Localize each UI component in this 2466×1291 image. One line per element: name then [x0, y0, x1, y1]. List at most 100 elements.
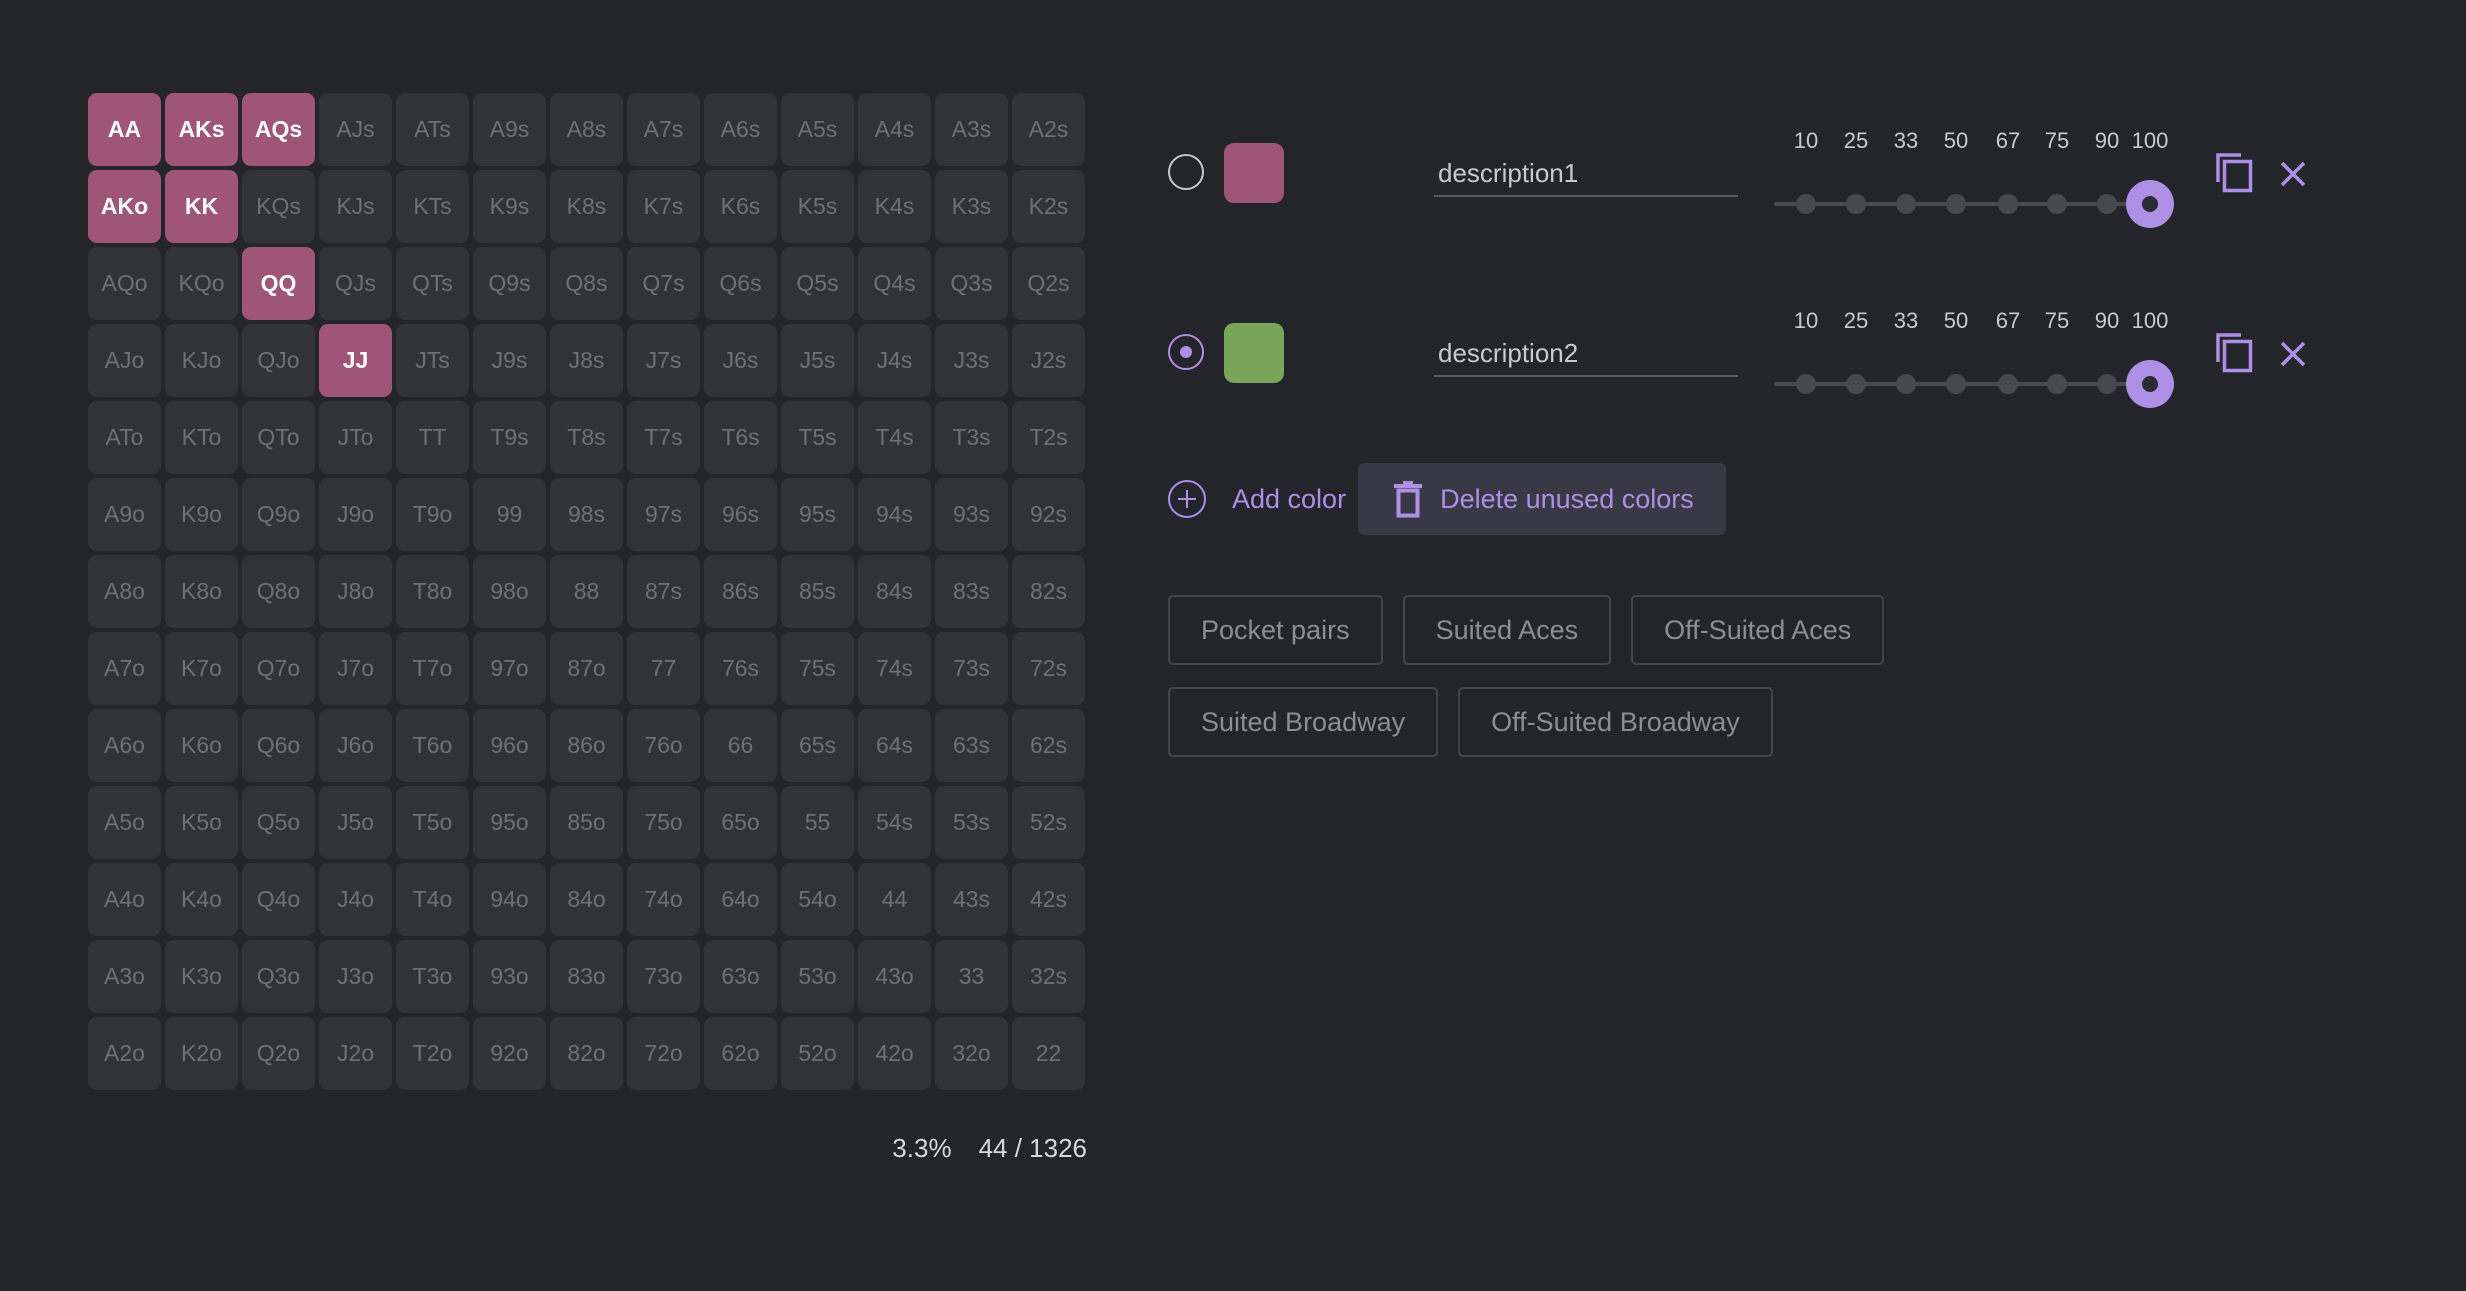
hand-cell[interactable]: A6s — [704, 93, 777, 166]
delete-unused-colors-button[interactable]: Delete unused colors — [1358, 463, 1726, 535]
hand-cell[interactable]: 63s — [935, 709, 1008, 782]
hand-cell[interactable]: T7s — [627, 401, 700, 474]
color-description-input[interactable] — [1434, 331, 1738, 377]
hand-cell[interactable]: T5s — [781, 401, 854, 474]
hand-cell[interactable]: 93s — [935, 478, 1008, 551]
hand-cell[interactable]: A6o — [88, 709, 161, 782]
hand-cell[interactable]: 62s — [1012, 709, 1085, 782]
hand-cell[interactable]: 95s — [781, 478, 854, 551]
hand-cell[interactable]: 97s — [627, 478, 700, 551]
color-swatch[interactable] — [1224, 323, 1284, 383]
hand-cell[interactable]: Q7o — [242, 632, 315, 705]
hand-cell[interactable]: 75s — [781, 632, 854, 705]
slider-tick-mark[interactable] — [2047, 194, 2067, 214]
hand-cell[interactable]: Q2s — [1012, 247, 1085, 320]
hand-cell[interactable]: 84o — [550, 863, 623, 936]
hand-cell[interactable]: A5o — [88, 786, 161, 859]
hand-cell[interactable]: K9s — [473, 170, 546, 243]
hand-cell[interactable]: QTo — [242, 401, 315, 474]
hand-cell[interactable]: J8o — [319, 555, 392, 628]
hand-cell[interactable]: QTs — [396, 247, 469, 320]
hand-cell[interactable]: T9o — [396, 478, 469, 551]
hand-cell[interactable]: 87o — [550, 632, 623, 705]
hand-cell[interactable]: Q2o — [242, 1017, 315, 1090]
preset-off-suited-aces[interactable]: Off-Suited Aces — [1631, 595, 1885, 665]
hand-cell[interactable]: T3s — [935, 401, 1008, 474]
frequency-slider[interactable]: 10 25 33 50 67 75 90 100 — [1774, 308, 2174, 408]
hand-cell[interactable]: J9s — [473, 324, 546, 397]
hand-cell[interactable]: 64s — [858, 709, 931, 782]
hand-cell[interactable]: TT — [396, 401, 469, 474]
copy-icon[interactable] — [2215, 332, 2255, 379]
hand-cell[interactable]: 99 — [473, 478, 546, 551]
hand-cell[interactable]: K7s — [627, 170, 700, 243]
slider-tick-mark[interactable] — [2097, 374, 2117, 394]
hand-cell[interactable]: K9o — [165, 478, 238, 551]
preset-suited-broadway[interactable]: Suited Broadway — [1168, 687, 1439, 757]
hand-cell[interactable]: T8o — [396, 555, 469, 628]
hand-cell[interactable]: A7s — [627, 93, 700, 166]
hand-cell[interactable]: J3s — [935, 324, 1008, 397]
hand-cell[interactable]: T8s — [550, 401, 623, 474]
slider-tick-mark[interactable] — [2097, 194, 2117, 214]
hand-cell[interactable]: Q4o — [242, 863, 315, 936]
hand-cell[interactable]: T6s — [704, 401, 777, 474]
hand-cell[interactable]: 98s — [550, 478, 623, 551]
hand-cell[interactable]: 74o — [627, 863, 700, 936]
hand-cell[interactable]: K4s — [858, 170, 931, 243]
hand-cell[interactable]: A3o — [88, 940, 161, 1013]
preset-suited-aces[interactable]: Suited Aces — [1402, 595, 1612, 665]
hand-cell[interactable]: 75o — [627, 786, 700, 859]
hand-cell[interactable]: Q3s — [935, 247, 1008, 320]
hand-cell[interactable]: 62o — [704, 1017, 777, 1090]
hand-cell[interactable]: 44 — [858, 863, 931, 936]
hand-cell[interactable]: 93o — [473, 940, 546, 1013]
hand-cell[interactable]: ATo — [88, 401, 161, 474]
hand-cell[interactable]: QJs — [319, 247, 392, 320]
hand-cell[interactable]: 73o — [627, 940, 700, 1013]
hand-cell[interactable]: A8o — [88, 555, 161, 628]
hand-cell[interactable]: 52s — [1012, 786, 1085, 859]
hand-cell[interactable]: ATs — [396, 93, 469, 166]
hand-cell[interactable]: 92o — [473, 1017, 546, 1090]
hand-cell[interactable]: 83o — [550, 940, 623, 1013]
frequency-slider[interactable]: 10 25 33 50 67 75 90 100 — [1774, 128, 2174, 228]
add-color-button[interactable]: Add color — [1168, 480, 1346, 518]
hand-cell[interactable]: K7o — [165, 632, 238, 705]
hand-cell[interactable]: 95o — [473, 786, 546, 859]
hand-cell[interactable]: 43o — [858, 940, 931, 1013]
close-icon[interactable] — [2280, 341, 2306, 372]
hand-cell[interactable]: K2s — [1012, 170, 1085, 243]
close-icon[interactable] — [2280, 161, 2306, 192]
hand-cell[interactable]: T4o — [396, 863, 469, 936]
slider-tick-mark[interactable] — [1846, 194, 1866, 214]
hand-cell[interactable]: QQ — [242, 247, 315, 320]
hand-cell[interactable]: 77 — [627, 632, 700, 705]
hand-cell[interactable]: K6o — [165, 709, 238, 782]
hand-cell[interactable]: K8o — [165, 555, 238, 628]
color-select-radio[interactable] — [1168, 154, 1204, 190]
slider-tick-mark[interactable] — [1946, 194, 1966, 214]
hand-cell[interactable]: 65s — [781, 709, 854, 782]
hand-cell[interactable]: T9s — [473, 401, 546, 474]
slider-tick-mark[interactable] — [1796, 374, 1816, 394]
hand-cell[interactable]: Q5o — [242, 786, 315, 859]
hand-cell[interactable]: 88 — [550, 555, 623, 628]
hand-cell[interactable]: 65o — [704, 786, 777, 859]
hand-cell[interactable]: JTs — [396, 324, 469, 397]
hand-cell[interactable]: 55 — [781, 786, 854, 859]
hand-cell[interactable]: Q6s — [704, 247, 777, 320]
hand-cell[interactable]: 53o — [781, 940, 854, 1013]
hand-cell[interactable]: KQo — [165, 247, 238, 320]
slider-tick-mark[interactable] — [1896, 374, 1916, 394]
hand-cell[interactable]: Q3o — [242, 940, 315, 1013]
hand-cell[interactable]: J7o — [319, 632, 392, 705]
hand-cell[interactable]: K5s — [781, 170, 854, 243]
hand-cell[interactable]: A4s — [858, 93, 931, 166]
hand-cell[interactable]: Q8s — [550, 247, 623, 320]
hand-cell[interactable]: 72o — [627, 1017, 700, 1090]
hand-cell[interactable]: 96o — [473, 709, 546, 782]
hand-cell[interactable]: 22 — [1012, 1017, 1085, 1090]
hand-cell[interactable]: AQo — [88, 247, 161, 320]
slider-thumb[interactable] — [2126, 180, 2174, 228]
